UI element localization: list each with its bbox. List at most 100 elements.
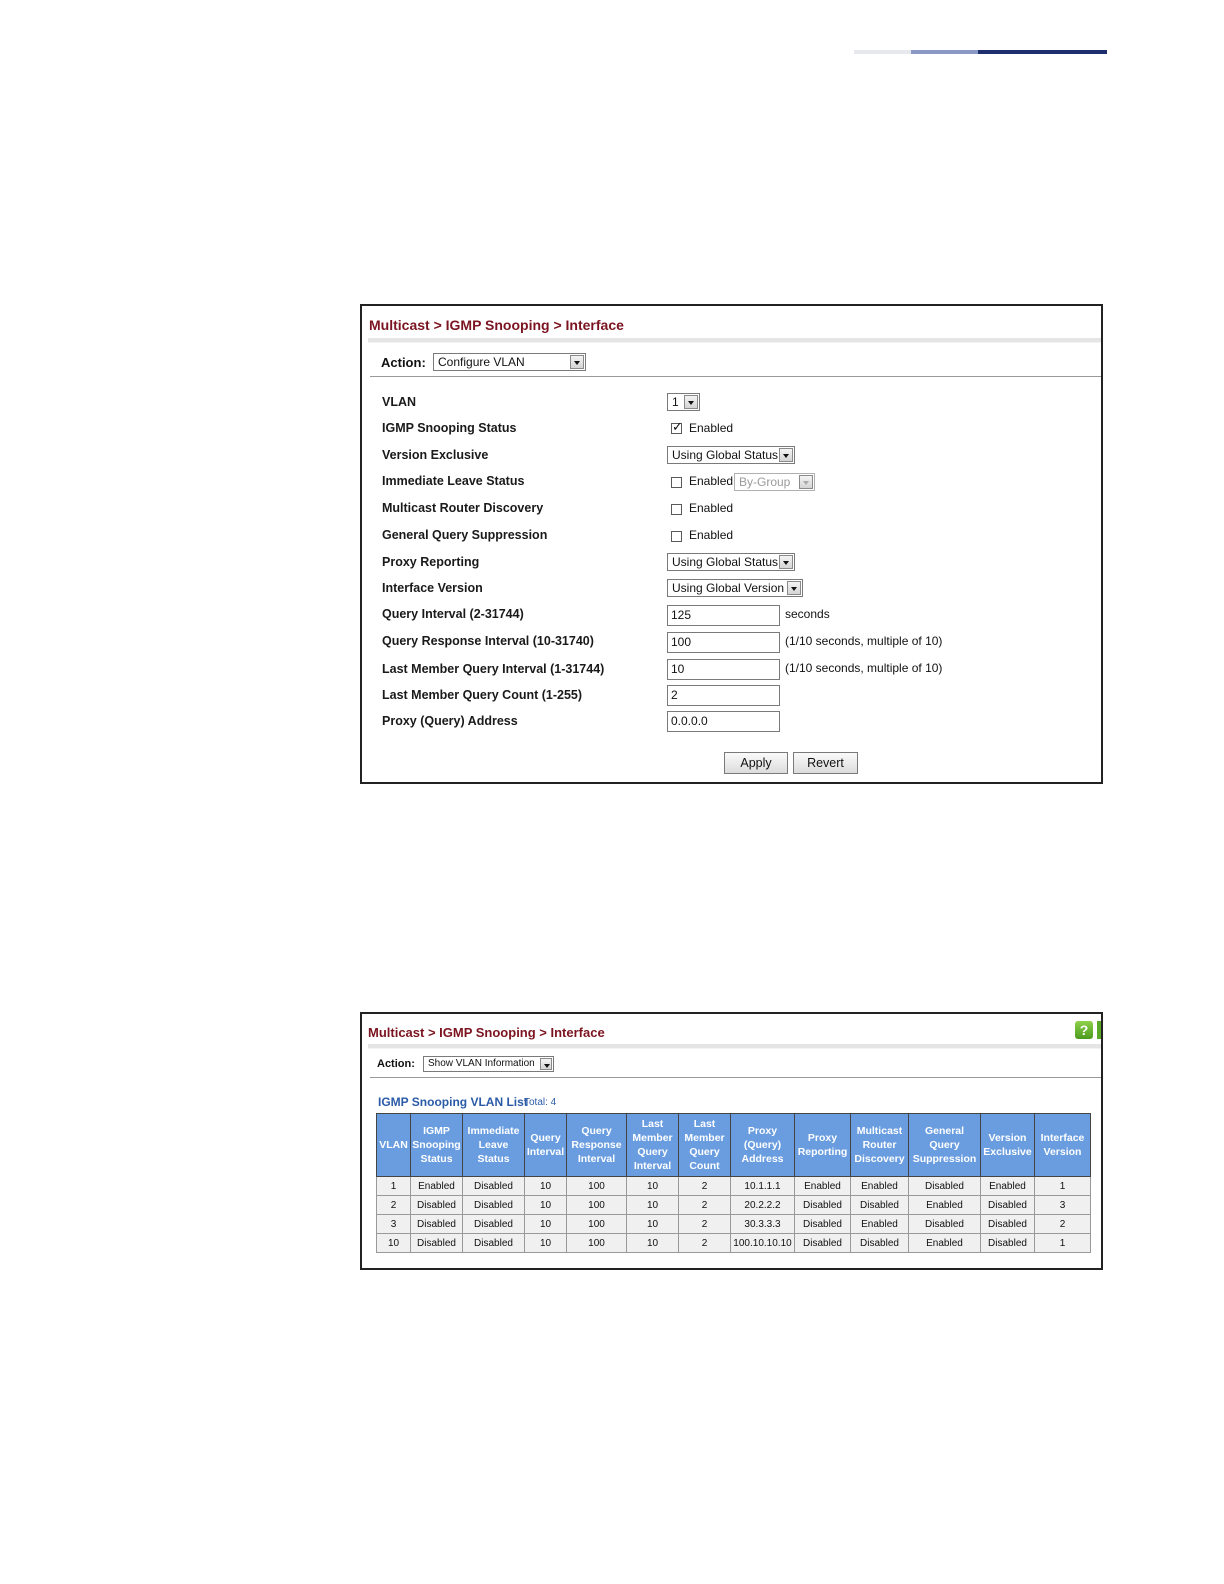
mrouter-discovery-checkbox-label: Enabled bbox=[689, 501, 734, 515]
table-header-row: VLAN IGMP Snooping Status Immediate Leav… bbox=[376, 1113, 1091, 1177]
table-cell: 3 bbox=[376, 1214, 411, 1234]
table-cell: Disabled bbox=[794, 1195, 851, 1215]
action-select[interactable]: Show VLAN Information bbox=[423, 1056, 554, 1072]
column-header: Last Member Query Count bbox=[678, 1113, 731, 1177]
query-interval-input[interactable]: 125 bbox=[667, 605, 780, 626]
table-cell: Disabled bbox=[794, 1233, 851, 1253]
igmp-status-label: IGMP Snooping Status bbox=[382, 421, 517, 435]
version-exclusive-select[interactable]: Using Global Status bbox=[667, 446, 795, 464]
action-divider bbox=[370, 376, 1101, 377]
chevron-down-icon[interactable] bbox=[570, 355, 584, 369]
table-cell: 10 bbox=[626, 1195, 679, 1215]
lmq-interval-label: Last Member Query Interval (1-31744) bbox=[382, 662, 605, 676]
column-header: Query Interval bbox=[524, 1113, 567, 1177]
table-cell: Enabled bbox=[850, 1214, 909, 1234]
table-cell: 3 bbox=[1034, 1195, 1091, 1215]
chevron-down-icon[interactable] bbox=[787, 581, 801, 595]
proxy-address-input[interactable]: 0.0.0.0 bbox=[667, 711, 780, 732]
table-cell: 10.1.1.1 bbox=[730, 1176, 795, 1196]
table-cell: Enabled bbox=[794, 1176, 851, 1196]
query-response-interval-input[interactable]: 100 bbox=[667, 632, 780, 653]
table-cell: 100 bbox=[566, 1176, 627, 1196]
help-icon[interactable]: ? bbox=[1075, 1021, 1093, 1039]
mrouter-discovery-checkbox[interactable] bbox=[671, 504, 682, 515]
column-header: Last Member Query Interval bbox=[626, 1113, 679, 1177]
lmq-interval-unit: (1/10 seconds, multiple of 10) bbox=[785, 661, 943, 675]
table-cell: 2 bbox=[678, 1176, 731, 1196]
chevron-down-icon[interactable] bbox=[779, 448, 793, 462]
title-separator bbox=[368, 338, 1101, 343]
table-row: 1 Enabled Disabled 10 100 10 2 10.1.1.1 Enabled E… bbox=[376, 1176, 1091, 1196]
column-header: Interface Version bbox=[1034, 1113, 1091, 1177]
chevron-down-icon[interactable] bbox=[779, 555, 793, 569]
table-row: 3 Disabled Disabled 10 100 10 2 30.3.3.3 Disable… bbox=[376, 1214, 1091, 1234]
table-cell: 10 bbox=[524, 1195, 567, 1215]
checkmark-icon: ✓ bbox=[672, 419, 683, 434]
total-count: Total: 4 bbox=[524, 1097, 557, 1108]
table-cell: 2 bbox=[678, 1214, 731, 1234]
immediate-leave-mode-value: By-Group bbox=[739, 475, 791, 489]
action-label: Action: bbox=[377, 1058, 415, 1070]
vlan-select[interactable]: 1 bbox=[667, 393, 700, 411]
table-cell: 10 bbox=[524, 1214, 567, 1234]
immediate-leave-checkbox[interactable] bbox=[671, 477, 682, 488]
help-icon-edge bbox=[1097, 1021, 1101, 1039]
table-cell: 1 bbox=[1034, 1233, 1091, 1253]
table-cell: Disabled bbox=[980, 1214, 1035, 1234]
table-cell: Disabled bbox=[980, 1195, 1035, 1215]
gq-suppression-label: General Query Suppression bbox=[382, 528, 548, 542]
interface-version-value: Using Global Version bbox=[672, 581, 785, 595]
action-select-value: Configure VLAN bbox=[438, 355, 525, 369]
lmq-count-input[interactable]: 2 bbox=[667, 685, 780, 706]
column-header: VLAN bbox=[376, 1113, 411, 1177]
table-cell: Enabled bbox=[410, 1176, 463, 1196]
action-divider bbox=[370, 1077, 1101, 1078]
apply-button[interactable]: Apply bbox=[724, 752, 788, 774]
column-header: Immediate Leave Status bbox=[462, 1113, 525, 1177]
table-cell: 1 bbox=[1034, 1176, 1091, 1196]
chevron-down-icon[interactable] bbox=[684, 395, 698, 409]
chevron-down-icon[interactable] bbox=[799, 475, 813, 489]
table-cell: 2 bbox=[678, 1195, 731, 1215]
table-row: 10 Disabled Disabled 10 100 10 2 100.10.10.10 Di… bbox=[376, 1233, 1091, 1253]
igmp-status-checkbox[interactable]: ✓ bbox=[671, 419, 683, 434]
table-cell: 10 bbox=[524, 1233, 567, 1253]
table-cell: Enabled bbox=[850, 1176, 909, 1196]
table-cell: Disabled bbox=[908, 1176, 981, 1196]
header-rule-dark bbox=[978, 50, 1107, 54]
query-response-interval-label: Query Response Interval (10-31740) bbox=[382, 634, 594, 648]
table-cell: 100 bbox=[566, 1195, 627, 1215]
vlan-select-value: 1 bbox=[672, 395, 679, 409]
interface-version-select[interactable]: Using Global Version bbox=[667, 579, 803, 597]
table-cell: 100 bbox=[566, 1214, 627, 1234]
table-cell: 2 bbox=[1034, 1214, 1091, 1234]
igmp-status-checkbox-label: Enabled bbox=[689, 421, 734, 435]
table-row: 2 Disabled Disabled 10 100 10 2 20.2.2.2 Disable… bbox=[376, 1195, 1091, 1215]
table-cell: Disabled bbox=[850, 1233, 909, 1253]
table-cell: Enabled bbox=[980, 1176, 1035, 1196]
gq-suppression-checkbox[interactable] bbox=[671, 531, 682, 542]
query-interval-label: Query Interval (2-31744) bbox=[382, 607, 524, 621]
chevron-down-icon[interactable] bbox=[540, 1058, 552, 1070]
gq-suppression-checkbox-label: Enabled bbox=[689, 528, 734, 542]
table-cell: 20.2.2.2 bbox=[730, 1195, 795, 1215]
table-cell: 10 bbox=[626, 1176, 679, 1196]
lmq-interval-input[interactable]: 10 bbox=[667, 659, 780, 680]
column-header: IGMP Snooping Status bbox=[410, 1113, 463, 1177]
list-title: IGMP Snooping VLAN List bbox=[378, 1095, 528, 1109]
action-select[interactable]: Configure VLAN bbox=[433, 353, 586, 371]
table-cell: 10 bbox=[626, 1233, 679, 1253]
table-cell: Disabled bbox=[908, 1214, 981, 1234]
mrouter-discovery-label: Multicast Router Discovery bbox=[382, 501, 544, 515]
immediate-leave-checkbox-label: Enabled bbox=[689, 474, 734, 488]
revert-button[interactable]: Revert bbox=[793, 752, 858, 774]
table-cell: Enabled bbox=[908, 1233, 981, 1253]
immediate-leave-mode-select[interactable]: By-Group bbox=[734, 473, 815, 491]
table-cell: 2 bbox=[678, 1233, 731, 1253]
table-cell: Disabled bbox=[410, 1214, 463, 1234]
table-cell: Disabled bbox=[462, 1176, 525, 1196]
header-rule-mid bbox=[911, 50, 978, 54]
proxy-reporting-select[interactable]: Using Global Status bbox=[667, 553, 795, 571]
table-cell: Enabled bbox=[908, 1195, 981, 1215]
immediate-leave-label: Immediate Leave Status bbox=[382, 474, 525, 488]
